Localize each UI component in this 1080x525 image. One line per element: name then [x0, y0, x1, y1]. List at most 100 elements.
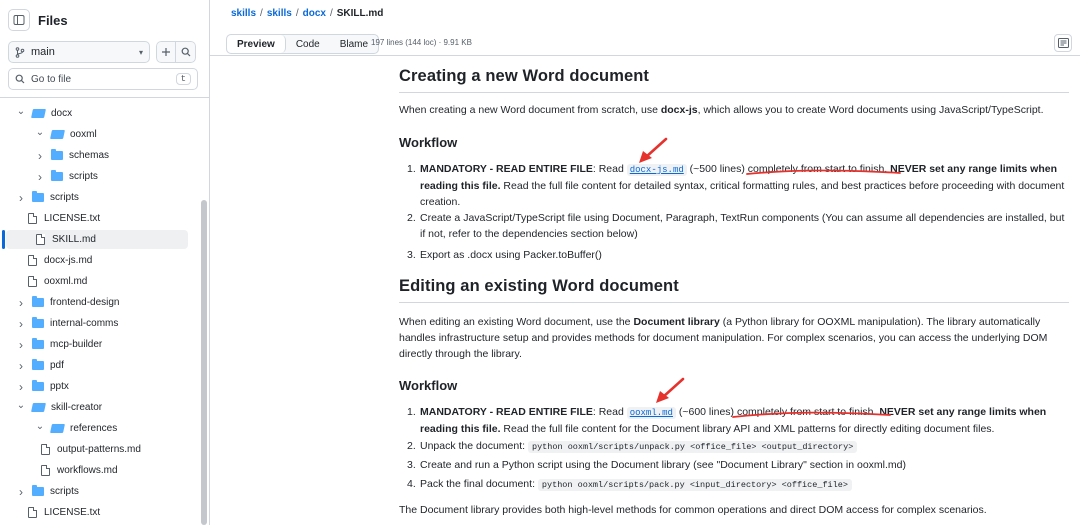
- arrow-annotation-icon: [656, 377, 685, 403]
- tree-folder[interactable]: › pdf: [0, 356, 188, 375]
- folder-icon: [32, 359, 44, 370]
- list-item: 2. Create a JavaScript/TypeScript file u…: [399, 210, 1069, 242]
- tree-folder[interactable]: › scripts: [0, 188, 188, 207]
- tree-item-label: scripts: [69, 171, 98, 182]
- tree-item-label: pdf: [50, 360, 64, 371]
- file-icon: [36, 234, 45, 245]
- chevron-right-icon[interactable]: ›: [16, 380, 26, 394]
- chevron-right-icon[interactable]: ›: [16, 485, 26, 499]
- file-meta: 197 lines (144 loc) · 9.91 KB: [371, 38, 472, 47]
- chevron-right-icon[interactable]: ›: [16, 338, 26, 352]
- tree-file[interactable]: LICENSE.txt: [0, 503, 188, 522]
- add-file-button[interactable]: [156, 41, 176, 63]
- tab-preview[interactable]: Preview: [227, 35, 286, 53]
- breadcrumb-current-file: SKILL.md: [336, 8, 384, 19]
- bold-text: docx-js: [660, 104, 698, 116]
- list-number: 1.: [407, 406, 416, 418]
- folder-icon: [32, 485, 44, 496]
- tree-item-label: internal-comms: [50, 318, 119, 329]
- folder-open-icon: [31, 403, 46, 412]
- docx-js-md-link[interactable]: docx-js.md: [626, 164, 687, 176]
- file-tree: ⌄ docx ⌄ ooxml › schemas › scripts › scripts LICEN…: [0, 98, 200, 525]
- breadcrumb-repo[interactable]: skills: [231, 8, 256, 19]
- chevron-right-icon[interactable]: ›: [16, 296, 26, 310]
- search-icon: [15, 74, 25, 84]
- breadcrumb-folder-docx[interactable]: docx: [303, 8, 326, 19]
- tree-file[interactable]: docx-js.md: [0, 251, 188, 270]
- text-span: : Read: [592, 406, 627, 418]
- go-to-file-input[interactable]: Go to file t: [8, 68, 198, 90]
- chevron-right-icon[interactable]: ›: [16, 359, 26, 373]
- text-span: When creating a new Word document from s…: [399, 104, 661, 116]
- chevron-down-icon[interactable]: ⌄: [16, 106, 26, 117]
- selected-indicator: [2, 230, 5, 249]
- branch-row: main ▾: [8, 41, 196, 63]
- tree-folder[interactable]: › frontend-design: [0, 293, 188, 312]
- chevron-down-icon[interactable]: ⌄: [16, 400, 26, 411]
- list-item: 4. Pack the final document: python ooxml…: [399, 476, 1069, 493]
- text-span: When editing an existing Word document, …: [399, 316, 634, 328]
- file-icon: [28, 276, 37, 287]
- tree-folder[interactable]: ⌄ docx: [0, 104, 188, 123]
- bold-text: Document library: [633, 316, 720, 328]
- tree-item-label: workflows.md: [57, 465, 118, 476]
- heading-create-document: Creating a new Word document: [399, 67, 650, 85]
- list-item: 3. Export as .docx using Packer.toBuffer…: [399, 247, 1069, 263]
- tree-folder[interactable]: ⌄ references: [0, 419, 188, 438]
- tree-folder[interactable]: › internal-comms: [0, 314, 188, 333]
- search-button[interactable]: [176, 41, 196, 63]
- text-span: (~500 lines) completely from start to fi…: [686, 163, 891, 175]
- markdown-preview: Creating a new Word document When creati…: [378, 57, 1080, 525]
- plus-icon: [162, 48, 170, 56]
- folder-icon: [32, 380, 44, 391]
- tree-file[interactable]: output-patterns.md: [0, 440, 188, 459]
- collapse-sidebar-icon[interactable]: [8, 9, 30, 31]
- text-span: Pack the final document:: [420, 478, 538, 490]
- tree-item-label: skill-creator: [51, 402, 103, 413]
- heading-edit-document: Editing an existing Word document: [399, 277, 679, 295]
- list-number: 2.: [407, 212, 416, 224]
- sidebar-scrollbar[interactable]: [201, 200, 207, 525]
- chevron-down-icon[interactable]: ⌄: [35, 421, 45, 432]
- tree-file[interactable]: ooxml.md: [0, 272, 188, 291]
- file-sidebar: Files main ▾ Go to file t ⌄ docx ⌄ ooxml…: [0, 0, 210, 525]
- chevron-right-icon[interactable]: ›: [35, 149, 45, 163]
- ooxml-md-link[interactable]: ooxml.md: [626, 407, 676, 419]
- chevron-right-icon[interactable]: ›: [16, 317, 26, 331]
- tree-item-label: scripts: [50, 486, 79, 497]
- outline-icon: [1057, 38, 1069, 48]
- breadcrumb: skills / skills / docx / SKILL.md: [231, 8, 383, 19]
- tree-item-label: docx: [51, 108, 73, 119]
- sidebar-actions: [156, 41, 196, 63]
- tree-file[interactable]: LICENSE.txt: [0, 209, 188, 228]
- tree-folder[interactable]: › pptx: [0, 377, 188, 396]
- tab-code[interactable]: Code: [286, 35, 330, 53]
- tree-folder[interactable]: › mcp-builder: [0, 335, 188, 354]
- tree-file[interactable]: SKILL.md: [6, 230, 188, 249]
- chevron-down-icon[interactable]: ⌄: [35, 127, 45, 138]
- chevron-right-icon[interactable]: ›: [35, 170, 45, 184]
- go-to-file-placeholder: Go to file: [31, 73, 72, 85]
- heading-workflow-edit: Workflow: [399, 378, 458, 393]
- folder-open-icon: [31, 109, 46, 118]
- tree-folder[interactable]: › schemas: [0, 146, 188, 165]
- list-number: 3.: [407, 249, 416, 261]
- tree-file[interactable]: workflows.md: [0, 461, 188, 480]
- branch-selector[interactable]: main ▾: [8, 41, 150, 63]
- text-span: Export as .docx using Packer.toBuffer(): [420, 249, 602, 261]
- text-span: , which allows you to create Word docume…: [697, 104, 1044, 116]
- tree-item-label: pptx: [50, 381, 69, 392]
- outline-button[interactable]: [1054, 34, 1072, 52]
- chevron-right-icon[interactable]: ›: [16, 191, 26, 205]
- tree-item-label: SKILL.md: [52, 234, 96, 245]
- breadcrumb-folder-skills[interactable]: skills: [267, 8, 292, 19]
- tree-folder[interactable]: ⌄ skill-creator: [0, 398, 188, 417]
- tree-item-label: schemas: [69, 150, 110, 161]
- tree-folder[interactable]: ⌄ ooxml: [0, 125, 188, 144]
- tree-folder[interactable]: › scripts: [0, 482, 188, 501]
- text-span: : Read: [592, 163, 627, 175]
- bold-text: MANDATORY - READ ENTIRE FILE: [420, 406, 593, 418]
- tree-folder[interactable]: › scripts: [0, 167, 188, 186]
- list-item: 2. Unpack the document: python ooxml/scr…: [399, 438, 1069, 455]
- heading-divider: [399, 302, 1069, 303]
